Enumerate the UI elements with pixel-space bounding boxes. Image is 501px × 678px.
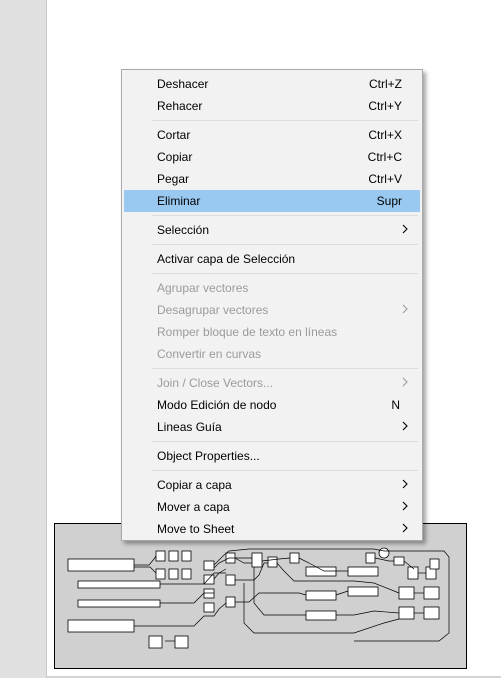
menu-item-shortcut: N bbox=[391, 398, 400, 412]
menu-separator bbox=[152, 470, 418, 471]
menu-item-move-to-layer[interactable]: Mover a capa bbox=[124, 496, 420, 518]
menu-item-label: Agrupar vectores bbox=[157, 281, 249, 295]
menu-item-move-to-sheet[interactable]: Move to Sheet bbox=[124, 518, 420, 540]
context-menu: Deshacer Ctrl+Z Rehacer Ctrl+Y Cortar Ct… bbox=[121, 69, 423, 541]
menu-item-label: Selección bbox=[157, 223, 210, 237]
menu-item-shortcut: Ctrl+V bbox=[368, 172, 402, 186]
menu-item-label: Move to Sheet bbox=[157, 522, 235, 536]
menu-item-label: Eliminar bbox=[157, 194, 201, 208]
menu-item-label: Modo Edición de nodo bbox=[157, 398, 277, 412]
menu-item-label: Lineas Guía bbox=[157, 420, 222, 434]
menu-item-label: Object Properties... bbox=[157, 449, 260, 463]
menu-separator bbox=[152, 215, 418, 216]
menu-item-ungroup-vectors[interactable]: Desagrupar vectores bbox=[124, 299, 420, 321]
menu-separator bbox=[152, 273, 418, 274]
menu-item-label: Copiar a capa bbox=[157, 478, 232, 492]
submenu-arrow-icon bbox=[402, 523, 408, 533]
menu-item-paste[interactable]: Pegar Ctrl+V bbox=[124, 168, 420, 190]
menu-item-activate-selection-layer[interactable]: Activar capa de Selección bbox=[124, 248, 420, 270]
menu-item-selection[interactable]: Selección bbox=[124, 219, 420, 241]
menu-item-object-properties[interactable]: Object Properties... bbox=[124, 445, 420, 467]
left-panel-strip bbox=[0, 0, 47, 678]
menu-item-redo[interactable]: Rehacer Ctrl+Y bbox=[124, 95, 420, 117]
menu-item-undo[interactable]: Deshacer Ctrl+Z bbox=[124, 73, 420, 95]
pcb-layout-preview[interactable] bbox=[54, 523, 467, 669]
menu-item-label: Romper bloque de texto en líneas bbox=[157, 325, 338, 339]
menu-item-guide-lines[interactable]: Lineas Guía bbox=[124, 416, 420, 438]
menu-separator bbox=[152, 244, 418, 245]
menu-item-label: Mover a capa bbox=[157, 500, 230, 514]
menu-item-node-edit[interactable]: Modo Edición de nodo N bbox=[124, 394, 420, 416]
menu-item-break-text[interactable]: Romper bloque de texto en líneas bbox=[124, 321, 420, 343]
submenu-arrow-icon bbox=[402, 377, 408, 387]
menu-item-copy-to-layer[interactable]: Copiar a capa bbox=[124, 474, 420, 496]
menu-item-convert-curves[interactable]: Convertir en curvas bbox=[124, 343, 420, 365]
menu-separator bbox=[152, 441, 418, 442]
submenu-arrow-icon bbox=[402, 304, 408, 314]
submenu-arrow-icon bbox=[402, 501, 408, 511]
menu-item-label: Copiar bbox=[157, 150, 193, 164]
menu-item-cut[interactable]: Cortar Ctrl+X bbox=[124, 124, 420, 146]
menu-item-label: Pegar bbox=[157, 172, 190, 186]
submenu-arrow-icon bbox=[402, 421, 408, 431]
menu-item-label: Join / Close Vectors... bbox=[157, 376, 274, 390]
menu-item-delete[interactable]: Eliminar Supr bbox=[124, 190, 420, 212]
menu-item-group-vectors[interactable]: Agrupar vectores bbox=[124, 277, 420, 299]
menu-separator bbox=[152, 368, 418, 369]
menu-item-label: Rehacer bbox=[157, 99, 203, 113]
menu-item-label: Desagrupar vectores bbox=[157, 303, 269, 317]
menu-item-copy[interactable]: Copiar Ctrl+C bbox=[124, 146, 420, 168]
submenu-arrow-icon bbox=[402, 224, 408, 234]
menu-item-shortcut: Ctrl+C bbox=[367, 150, 402, 164]
submenu-arrow-icon bbox=[402, 479, 408, 489]
menu-item-label: Convertir en curvas bbox=[157, 347, 262, 361]
menu-item-label: Deshacer bbox=[157, 77, 209, 91]
menu-item-label: Cortar bbox=[157, 128, 191, 142]
menu-item-shortcut: Ctrl+X bbox=[368, 128, 402, 142]
menu-item-shortcut: Ctrl+Z bbox=[369, 77, 402, 91]
menu-separator bbox=[152, 120, 418, 121]
menu-item-join-close[interactable]: Join / Close Vectors... bbox=[124, 372, 420, 394]
menu-item-shortcut: Supr bbox=[376, 194, 402, 208]
menu-item-shortcut: Ctrl+Y bbox=[368, 99, 402, 113]
menu-item-label: Activar capa de Selección bbox=[157, 252, 296, 266]
